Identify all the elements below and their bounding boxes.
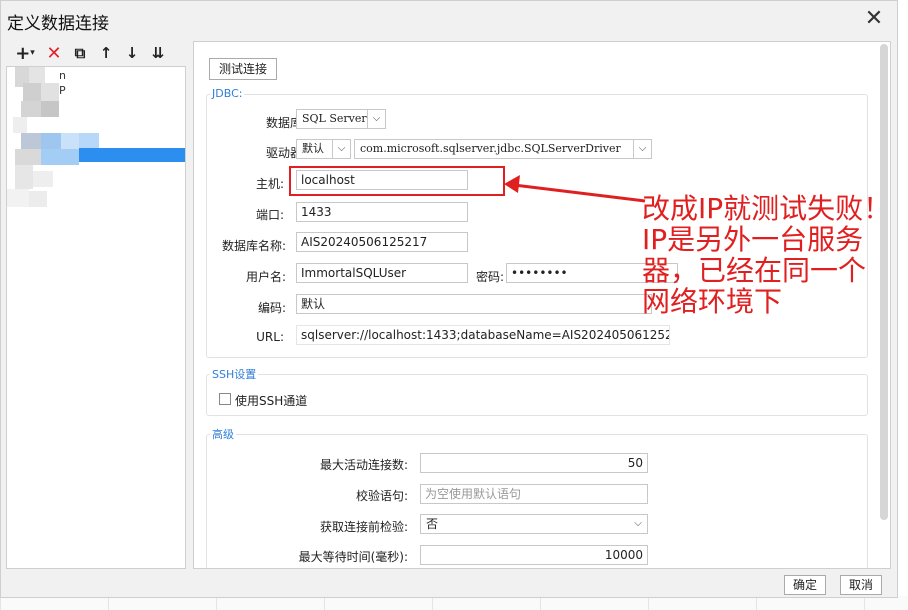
delete-icon: ✕ [46,42,62,64]
split-pane-divider[interactable] [187,41,192,569]
connection-list-toolbar: + ▾ ✕ ⧉ ↑ ↓ ⇊ [6,41,186,65]
encoding-label: 编码: [257,301,286,315]
username-label: 用户名: [245,270,286,284]
url-input[interactable]: sqlserver://localhost:1433;databaseName=… [296,325,670,345]
host-label: 主机: [255,177,284,191]
title-bar: 定义数据连接 ✕ [1,1,897,39]
driver-class-value: com.microsoft.sqlserver.jdbc.SQLServerDr… [360,142,621,155]
test-connection-button[interactable]: 测试连接 [209,58,277,80]
arrow-up-icon: ↑ [99,44,113,62]
advanced-group-title: 高级 [210,426,236,442]
max-wait-input[interactable]: 10000 [420,545,648,565]
use-ssh-checkbox[interactable] [219,393,231,405]
encoding-select[interactable]: 默认 [296,294,652,314]
background-sheet-grid [0,596,908,610]
database-select[interactable]: SQL Server ⌵ [296,109,386,129]
validation-query-label: 校验语句: [355,489,408,503]
use-ssh-label: 使用SSH通道 [235,394,308,408]
test-on-borrow-value: 否 [426,517,439,531]
database-name-input[interactable]: AIS20240506125217 [296,232,468,252]
cancel-button[interactable]: 取消 [840,575,882,595]
copy-icon: ⧉ [74,44,86,62]
chevron-down-icon: ⌵ [332,140,350,158]
max-wait-label: 最大等待时间(毫秒): [298,550,408,564]
driver-class-select[interactable]: com.microsoft.sqlserver.jdbc.SQLServerDr… [354,139,652,159]
chevron-down-icon: ▾ [30,48,35,58]
close-icon[interactable]: ✕ [861,7,887,33]
chevron-down-icon: ⌵ [634,518,642,529]
username-input[interactable]: ImmortalSQLUser [296,263,468,283]
dialog-title: 定义数据连接 [7,14,109,34]
port-label: 端口: [255,208,284,222]
test-on-borrow-label: 获取连接前检验: [319,520,408,534]
copy-connection-button[interactable]: ⧉ [68,42,92,64]
validation-query-input[interactable]: 为空使用默认语句 [420,484,648,504]
password-label: 密码: [475,270,504,284]
database-value: SQL Server [302,112,367,125]
chevron-down-icon: ⌵ [367,110,385,128]
port-input[interactable]: 1433 [296,202,468,222]
connection-tree[interactable]: n P [6,66,186,569]
annotation-text: 改成IP就测试失败！ IP是另外一台服务器，已经在同一个网络环境下 [642,192,892,318]
annotation-highlight-box [289,166,505,196]
delete-connection-button[interactable]: ✕ [42,42,66,64]
add-connection-button[interactable]: + ▾ [10,42,40,64]
ok-button[interactable]: 确定 [784,575,826,595]
annotation-arrow-icon [504,175,646,203]
chevron-down-icon: ⌵ [633,140,651,158]
ssh-group-title: SSH设置 [210,366,259,382]
sort-icon: ⇊ [151,44,165,62]
tree-item-label-partial: n [59,69,66,82]
jdbc-group-title: JDBC: [210,87,245,100]
selected-tree-item[interactable] [79,148,185,162]
plus-icon: + [15,42,31,64]
test-on-borrow-select[interactable]: 否 ⌵ [420,514,648,534]
driver-mode-value: 默认 [302,142,324,155]
arrow-down-icon: ↓ [125,44,139,62]
url-label: URL: [256,330,284,344]
tree-item-label-partial: P [59,84,66,97]
max-active-label: 最大活动连接数: [319,458,408,472]
move-down-button[interactable]: ↓ [120,42,144,64]
sort-button[interactable]: ⇊ [146,42,170,64]
driver-mode-select[interactable]: 默认 ⌵ [296,139,351,159]
database-name-label: 数据库名称: [221,239,286,253]
move-up-button[interactable]: ↑ [94,42,118,64]
max-active-input[interactable]: 50 [420,453,648,473]
